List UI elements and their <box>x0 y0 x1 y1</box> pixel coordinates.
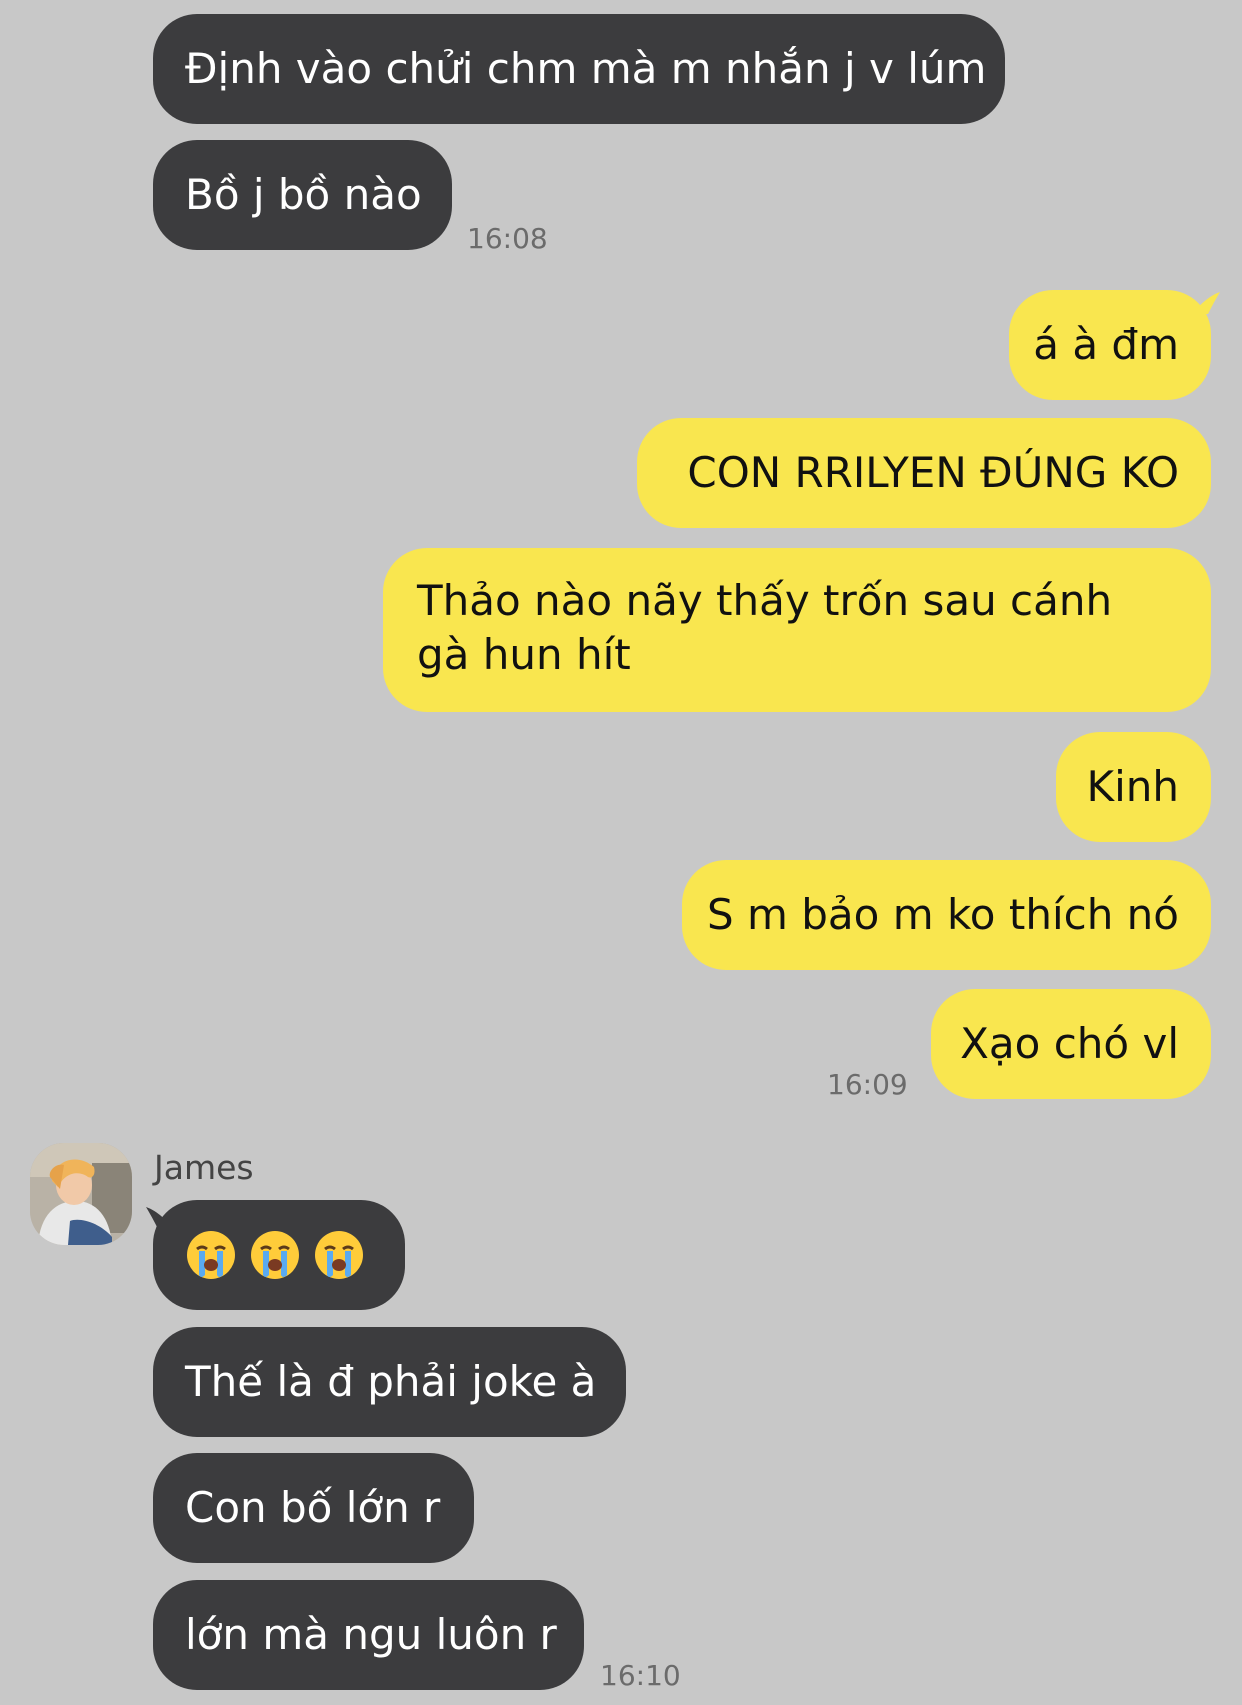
incoming-message-bubble[interactable]: Định vào chửi chm mà m nhắn j v lúm <box>153 14 1005 124</box>
loudly-crying-face-emoji-icon <box>251 1231 299 1279</box>
message-text: Xạo chó vl <box>960 1019 1179 1068</box>
message-text: lớn mà ngu luôn r <box>185 1610 557 1659</box>
outgoing-message-bubble[interactable]: á à đm <box>1009 290 1211 400</box>
loudly-crying-face-emoji-icon <box>187 1231 235 1279</box>
outgoing-message-bubble[interactable]: S m bảo m ko thích nó <box>682 860 1211 970</box>
user-avatar-photo-icon <box>30 1143 132 1245</box>
loudly-crying-face-emoji-icon <box>315 1231 363 1279</box>
message-timestamp: 16:10 <box>600 1659 681 1692</box>
outgoing-message-bubble[interactable]: Thảo nào nãy thấy trốn sau cánh gà hun h… <box>383 548 1211 712</box>
sender-name: James <box>154 1148 254 1187</box>
incoming-message-bubble[interactable]: Con bố lớn r <box>153 1453 474 1563</box>
message-text: S m bảo m ko thích nó <box>707 890 1179 939</box>
outgoing-message-bubble[interactable]: Kinh <box>1056 732 1211 842</box>
incoming-emoji-bubble[interactable] <box>153 1200 405 1310</box>
message-timestamp: 16:09 <box>827 1068 908 1101</box>
message-text: Con bố lớn r <box>185 1483 441 1532</box>
incoming-message-bubble[interactable]: Thế là đ phải joke à <box>153 1327 626 1437</box>
message-text: Định vào chửi chm mà m nhắn j v lúm <box>185 44 987 93</box>
sender-avatar[interactable] <box>30 1143 132 1245</box>
message-text: Bồ j bồ nào <box>185 170 422 219</box>
emoji-row <box>185 1229 377 1281</box>
message-timestamp: 16:08 <box>467 222 548 255</box>
outgoing-message-bubble[interactable]: CON RRILYEN ĐÚNG KO <box>637 418 1211 528</box>
message-text: CON RRILYEN ĐÚNG KO <box>687 448 1179 497</box>
incoming-message-bubble[interactable]: Bồ j bồ nào <box>153 140 452 250</box>
message-text: Kinh <box>1086 762 1179 811</box>
outgoing-message-bubble[interactable]: Xạo chó vl <box>931 989 1211 1099</box>
incoming-message-bubble[interactable]: lớn mà ngu luôn r <box>153 1580 584 1690</box>
message-text: Thảo nào nãy thấy trốn sau cánh gà hun h… <box>417 576 1113 679</box>
message-text: Thế là đ phải joke à <box>185 1357 597 1406</box>
message-text: á à đm <box>1033 320 1179 369</box>
